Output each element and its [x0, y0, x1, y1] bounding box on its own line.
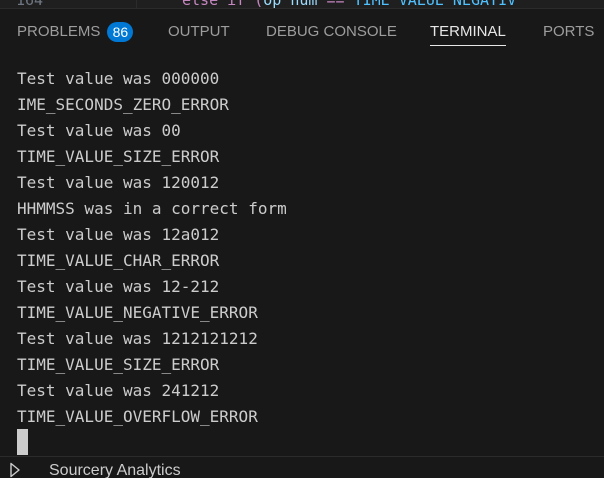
- tab-ports[interactable]: PORTS: [543, 9, 594, 54]
- code-operator: ==: [317, 0, 353, 8]
- tab-ports-label: PORTS: [543, 23, 595, 40]
- terminal-line: Test value was 1212121212: [17, 329, 258, 348]
- terminal-line: Test value was 00: [17, 121, 181, 140]
- tab-terminal-label: TERMINAL: [430, 23, 506, 40]
- tab-problems-label: PROBLEMS: [17, 23, 101, 40]
- problems-count-badge: 86: [107, 21, 134, 42]
- terminal-cursor: [17, 429, 28, 455]
- editor-gutter-divider: [136, 0, 137, 8]
- tab-output[interactable]: OUTPUT: [168, 9, 230, 54]
- terminal-line: HHMMSS was in a correct form: [17, 199, 287, 218]
- tab-output-label: OUTPUT: [168, 23, 230, 40]
- terminal-line: TIME_VALUE_SIZE_ERROR: [17, 355, 220, 374]
- vscode-panel: 164 else if (op_num == TIME_VALUE_NEGATI…: [0, 0, 604, 478]
- code-keyword: else if (: [182, 0, 263, 8]
- terminal-line: TIME_VALUE_CHAR_ERROR: [17, 251, 220, 270]
- tab-terminal[interactable]: TERMINAL: [430, 9, 506, 54]
- terminal-line: IME_SECONDS_ZERO_ERROR: [17, 95, 229, 114]
- tab-problems[interactable]: PROBLEMS 86: [17, 9, 134, 54]
- code-identifier: op_num: [263, 0, 317, 8]
- code-constant: TIME_VALUE_NEGATIV: [354, 0, 517, 8]
- tab-debug-console[interactable]: DEBUG CONSOLE: [266, 9, 397, 54]
- tab-debug-console-label: DEBUG CONSOLE: [266, 23, 397, 40]
- section-title: Sourcery Analytics: [49, 462, 181, 478]
- editor-code-line: else if (op_num == TIME_VALUE_NEGATIV: [182, 0, 516, 8]
- terminal-line: TIME_VALUE_OVERFLOW_ERROR: [17, 407, 258, 426]
- terminal-line: Test value was 241212: [17, 381, 220, 400]
- sourcery-analytics-section-header[interactable]: Sourcery Analytics: [0, 456, 604, 478]
- terminal-line: TIME_VALUE_SIZE_ERROR: [17, 147, 220, 166]
- editor-line-number: 164: [16, 0, 43, 8]
- terminal-line: Test value was 120012: [17, 173, 220, 192]
- terminal-line: Test value was 12-212: [17, 277, 220, 296]
- terminal-line: Test value was 000000: [17, 69, 220, 88]
- terminal-line: TIME_VALUE_NEGATIVE_ERROR: [17, 303, 258, 322]
- terminal-line: Test value was 12a012: [17, 225, 220, 244]
- editor-peek: 164 else if (op_num == TIME_VALUE_NEGATI…: [0, 0, 604, 8]
- panel-tab-bar: PROBLEMS 86 OUTPUT DEBUG CONSOLE TERMINA…: [0, 8, 604, 54]
- terminal-output[interactable]: Test value was 000000 IME_SECONDS_ZERO_E…: [0, 54, 604, 456]
- chevron-right-icon: [10, 462, 20, 478]
